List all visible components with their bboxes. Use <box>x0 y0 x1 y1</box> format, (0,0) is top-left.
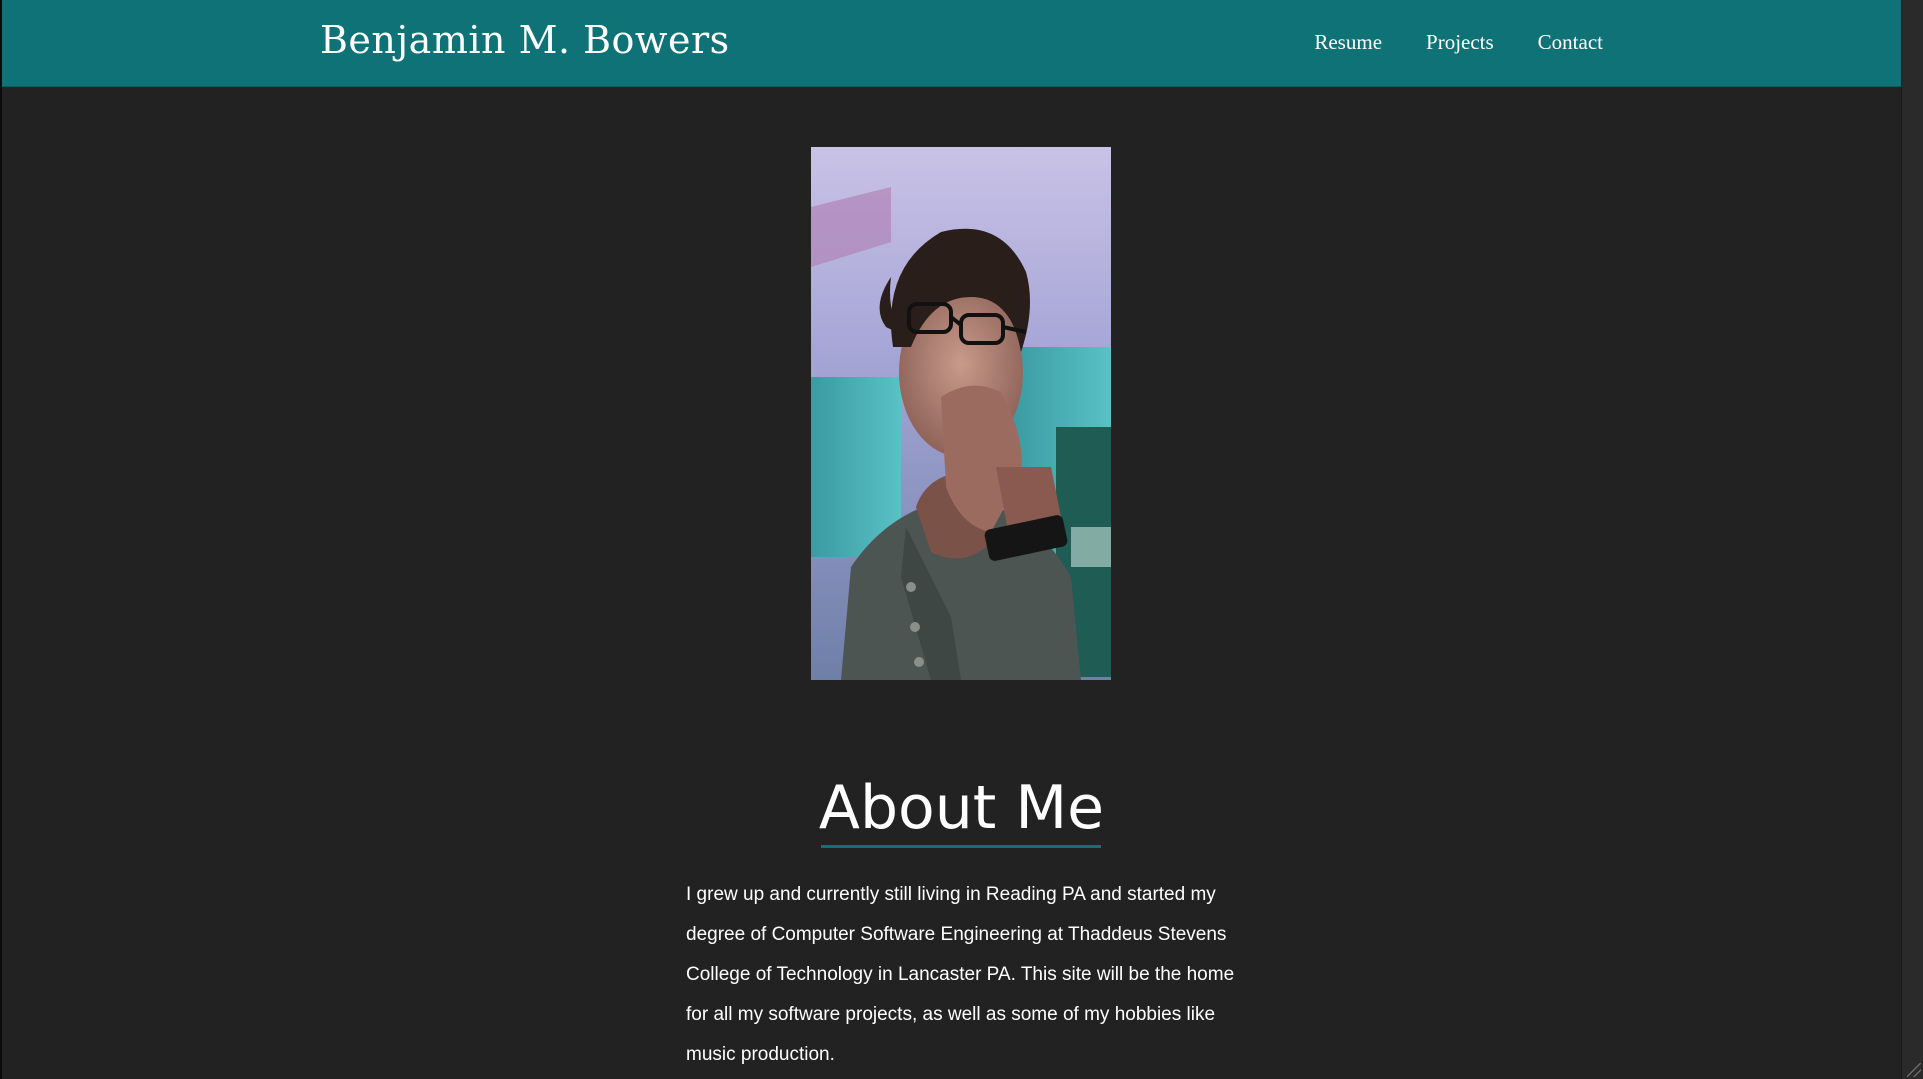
portrait-photo <box>811 147 1111 680</box>
heading-underline <box>821 845 1101 848</box>
resize-grip-icon[interactable] <box>1907 1063 1921 1077</box>
nav-links: Resume Projects Contact <box>1314 30 1603 55</box>
scrollbar[interactable] <box>1901 0 1923 1079</box>
window-border <box>0 0 2 1079</box>
about-heading: About Me <box>818 773 1105 843</box>
page: Benjamin M. Bowers Resume Projects Conta… <box>0 0 1923 1079</box>
navbar: Benjamin M. Bowers Resume Projects Conta… <box>2 0 1902 87</box>
nav-link-projects[interactable]: Projects <box>1426 30 1494 55</box>
nav-link-resume[interactable]: Resume <box>1314 30 1382 55</box>
site-title[interactable]: Benjamin M. Bowers <box>320 18 730 62</box>
nav-link-contact[interactable]: Contact <box>1538 30 1603 55</box>
about-paragraph: I grew up and currently still living in … <box>686 884 1235 1065</box>
